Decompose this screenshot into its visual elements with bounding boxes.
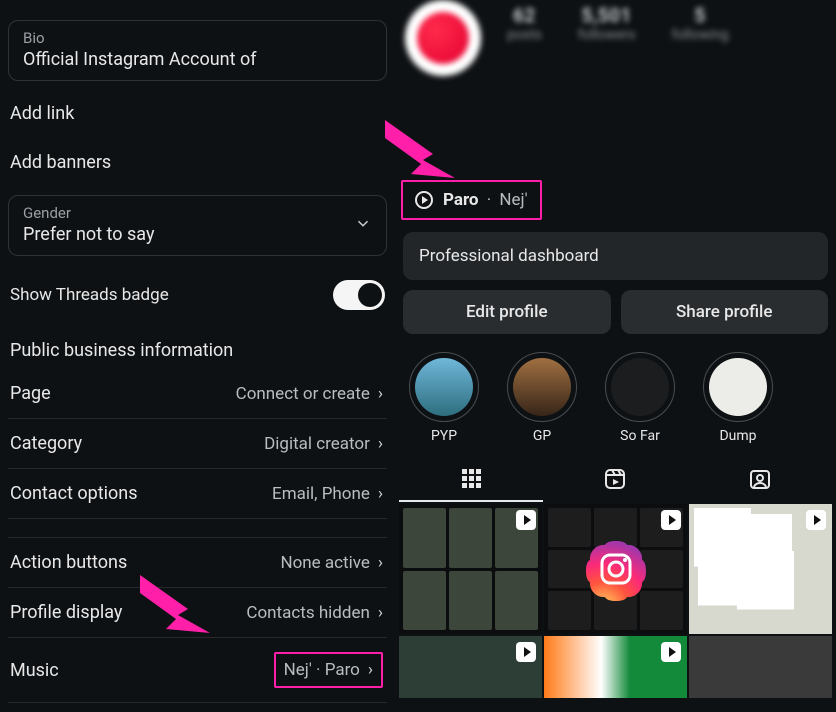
post-tile[interactable]: [399, 504, 542, 634]
chevron-right-icon: ›: [378, 603, 383, 623]
setting-label: Contact options: [10, 483, 138, 504]
bio-value: Official Instagram Account of: [23, 49, 372, 70]
tab-tagged[interactable]: [688, 456, 832, 502]
music-title: Paro: [443, 190, 479, 210]
profile-preview-panel: 62 posts 5,501 followers 5 following Par…: [395, 0, 836, 712]
bio-label: Bio: [23, 29, 372, 47]
stat-number: 62: [507, 4, 542, 27]
setting-label: Music: [10, 660, 59, 681]
chevron-right-icon: ›: [368, 660, 373, 680]
music-artist: Nej': [499, 190, 527, 210]
post-tile[interactable]: [689, 636, 832, 698]
setting-label: Page: [10, 383, 51, 404]
threads-badge-row: Show Threads badge: [8, 264, 387, 326]
highlight-item[interactable]: Dump: [703, 352, 773, 444]
chevron-down-icon: [354, 214, 372, 237]
setting-label: Action buttons: [10, 552, 127, 573]
professional-dashboard[interactable]: Professional dashboard: [403, 232, 828, 280]
setting-label: Profile display: [10, 602, 122, 623]
chevron-right-icon: ›: [378, 384, 383, 404]
bio-field[interactable]: Bio Official Instagram Account of: [8, 20, 387, 81]
add-banners-row[interactable]: Add banners: [8, 138, 387, 187]
reel-badge-icon: [516, 642, 536, 662]
share-profile-button[interactable]: Share profile: [621, 290, 829, 334]
reel-badge-icon: [661, 642, 681, 662]
profile-music-chip[interactable]: Paro · Nej': [401, 180, 542, 220]
reel-badge-icon: [661, 510, 681, 530]
profile-stats: 62 posts 5,501 followers 5 following: [507, 4, 729, 43]
setting-category[interactable]: Category Digital creator ›: [8, 419, 387, 469]
highlight-item[interactable]: GP: [507, 352, 577, 444]
gender-value: Prefer not to say: [23, 224, 372, 245]
chevron-right-icon: ›: [378, 484, 383, 504]
chevron-right-icon: ›: [378, 553, 383, 573]
post-tile[interactable]: [544, 504, 687, 634]
highlight-label: So Far: [605, 428, 675, 444]
stat-followers[interactable]: 5,501 followers: [578, 4, 636, 43]
gender-field[interactable]: Gender Prefer not to say: [8, 195, 387, 256]
highlight-item[interactable]: So Far: [605, 352, 675, 444]
stat-label: followers: [578, 27, 636, 43]
setting-contact-options[interactable]: Contact options Email, Phone ›: [8, 469, 387, 519]
tab-reels[interactable]: [543, 456, 687, 502]
stat-following[interactable]: 5 following: [671, 4, 728, 43]
avatar[interactable]: [405, 0, 481, 76]
highlight-item[interactable]: PYP: [409, 352, 479, 444]
play-icon: [415, 191, 433, 209]
stat-number: 5,501: [578, 4, 636, 27]
stat-label: following: [671, 27, 728, 43]
story-highlights: PYP GP So Far Dump: [399, 338, 832, 448]
reels-icon: [603, 467, 627, 491]
stat-label: posts: [507, 27, 542, 43]
highlight-label: GP: [507, 428, 577, 444]
highlight-label: PYP: [409, 428, 479, 444]
tagged-icon: [748, 467, 772, 491]
stat-number: 5: [671, 4, 728, 27]
setting-value: Nej' · Paro: [284, 660, 360, 680]
instagram-logo-icon: [584, 537, 648, 601]
gender-label: Gender: [23, 204, 372, 222]
edit-profile-button[interactable]: Edit profile: [403, 290, 611, 334]
music-sep: ·: [483, 190, 496, 210]
highlight-label: Dump: [703, 428, 773, 444]
setting-music[interactable]: Music Nej' · Paro ›: [8, 638, 387, 703]
threads-badge-label: Show Threads badge: [10, 285, 169, 305]
stat-posts[interactable]: 62 posts: [507, 4, 542, 43]
reel-badge-icon: [516, 510, 536, 530]
posts-grid: [399, 504, 832, 698]
grid-icon: [459, 466, 483, 490]
setting-value: None active: [280, 553, 369, 573]
profile-tabs: [399, 456, 832, 502]
add-link-row[interactable]: Add link: [8, 89, 387, 138]
setting-label: Category: [10, 433, 82, 454]
post-tile[interactable]: [399, 636, 542, 698]
profile-header: 62 posts 5,501 followers 5 following: [399, 0, 832, 76]
setting-page[interactable]: Page Connect or create ›: [8, 369, 387, 419]
reel-badge-icon: [806, 510, 826, 530]
setting-value: Contacts hidden: [246, 603, 369, 623]
section-title: Public business information: [8, 326, 387, 369]
setting-value: Email, Phone: [272, 484, 370, 504]
setting-value: Connect or create: [236, 384, 370, 404]
threads-badge-toggle[interactable]: [333, 280, 385, 310]
setting-value: Digital creator: [264, 434, 370, 454]
post-tile[interactable]: [544, 636, 687, 698]
chevron-right-icon: ›: [378, 434, 383, 454]
tab-posts-grid[interactable]: [399, 456, 543, 502]
post-tile[interactable]: [689, 504, 832, 634]
